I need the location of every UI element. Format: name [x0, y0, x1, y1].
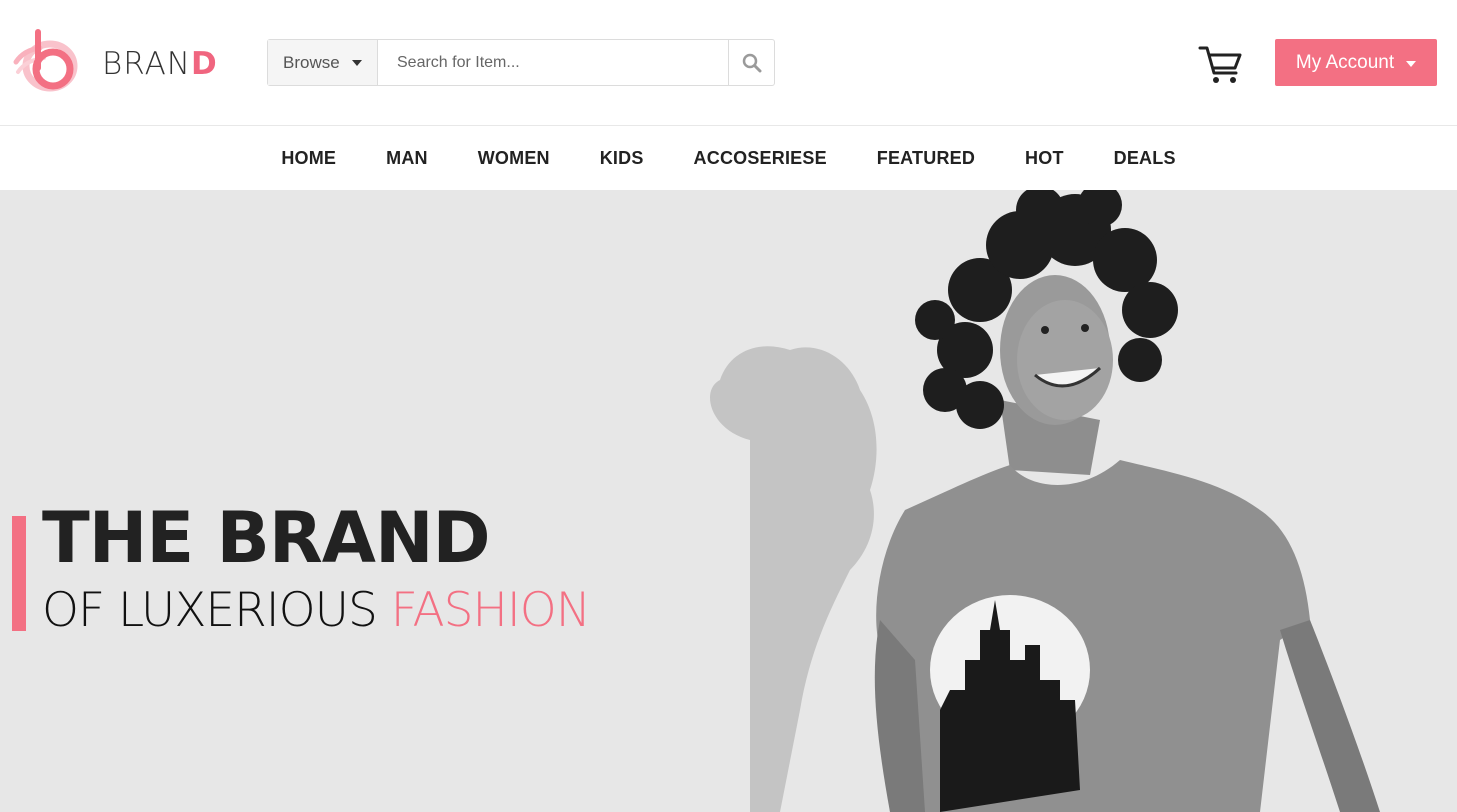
hero-banner: THE BRAND OF LUXERIOUS FASHION — [0, 190, 1457, 812]
nav-item-hot[interactable]: HOT — [1025, 148, 1064, 169]
nav-item-featured[interactable]: FEATURED — [877, 148, 975, 169]
search-icon — [742, 53, 761, 72]
nav-item-kids[interactable]: KIDS — [600, 148, 644, 169]
browse-dropdown[interactable]: Browse — [268, 40, 378, 85]
nav-item-deals[interactable]: DEALS — [1114, 148, 1176, 169]
hero-subtitle: OF LUXERIOUS FASHION — [42, 583, 591, 638]
nav-item-accessories[interactable]: ACCOSERIESE — [694, 148, 827, 169]
nav-item-home[interactable]: HOME — [281, 148, 336, 169]
my-account-button[interactable]: My Account — [1275, 39, 1437, 86]
hero-accent-bar — [12, 516, 26, 631]
browse-label: Browse — [283, 52, 340, 72]
main-nav: HOME MAN WOMEN KIDS ACCOSERIESE FEATURED… — [0, 126, 1457, 190]
brand-logo[interactable]: BRAND — [10, 28, 240, 98]
nav-item-man[interactable]: MAN — [386, 148, 428, 169]
nav-item-women[interactable]: WOMEN — [478, 148, 550, 169]
search-input[interactable] — [378, 40, 728, 85]
hero-model-image — [710, 190, 1380, 812]
chevron-down-icon — [1406, 60, 1417, 67]
hero-title: THE BRAND — [42, 497, 491, 579]
search-bar: Browse — [267, 39, 775, 86]
search-button[interactable] — [728, 40, 774, 85]
my-account-label: My Account — [1295, 51, 1395, 73]
brand-logo-icon — [13, 29, 78, 92]
shopping-cart-icon[interactable] — [1198, 43, 1244, 85]
site-header: BRAND Browse My Account — [0, 0, 1457, 126]
brand-name: BRAND — [102, 46, 218, 82]
chevron-down-icon — [351, 59, 362, 66]
